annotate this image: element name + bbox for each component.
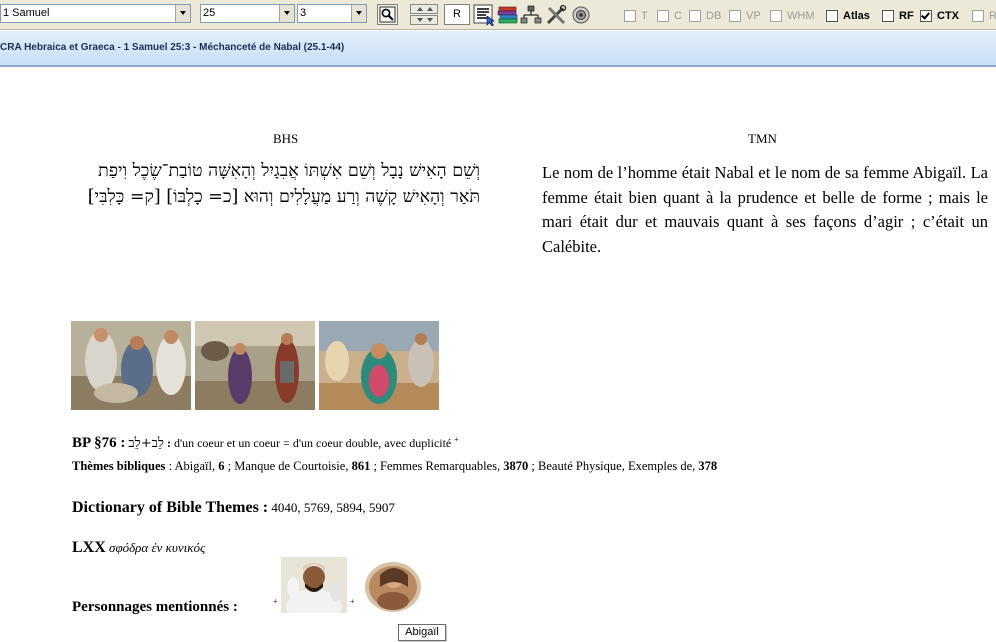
themes-label: Thèmes bibliques [72,459,166,473]
bp-hebrew: לֵב+לֵב [128,436,164,451]
illustration-abigail-offering[interactable] [319,321,439,410]
checkbox-atlas[interactable]: Atlas [826,9,870,23]
bhs-header: BHS [273,131,299,146]
biblical-themes: Thèmes bibliques : Abigaïl, 6 ; Manque d… [72,459,718,473]
search-button[interactable] [377,4,398,25]
checkbox-ctx[interactable]: CTX [920,9,959,23]
checkbox-whm[interactable]: WHM [770,9,815,23]
verse-select-value: 3 [300,7,307,19]
bp-entry: BP §76 : לֵב+לֵב : d'un coeur et un coeu… [72,435,459,451]
lxx-label: LXX [72,539,106,556]
checkbox-vp[interactable]: VP [729,9,761,23]
tmn-header: TMN [748,131,777,146]
chapter-select[interactable]: 25 [200,4,295,23]
next-arrows-icon[interactable] [410,15,438,25]
bp-link-mark[interactable]: + [454,435,459,444]
chevron-down-icon[interactable] [351,5,366,22]
illustration-shepherds[interactable] [71,321,191,410]
r-button[interactable]: R [444,4,470,25]
lxx-greek-text: σφόδρα ἐν κυνικός [109,540,206,555]
checkbox-t[interactable]: T [624,9,648,23]
persons-mentioned: Personnages mentionnés : [72,599,238,616]
dictionary-refs[interactable]: 4040, 5769, 5894, 5907 [271,500,395,515]
verse-select[interactable]: 3 [297,4,367,23]
tools-icon[interactable] [545,4,567,26]
speaker-icon[interactable] [570,4,592,26]
books-icon[interactable] [497,4,519,26]
toolbar: 1 Samuel 25 3 R T C DB VP WHM Atlas RF C… [0,0,996,30]
tooltip: Abigaïl [398,624,446,641]
chevron-down-icon[interactable] [279,5,294,22]
french-translation-text: Le nom de l’homme était Nabal et le nom … [542,163,988,256]
checkbox-r[interactable]: R [972,9,996,23]
dictionary-label: Dictionary of Bible Themes : [72,499,269,516]
illustration-abigail-david[interactable] [195,321,315,410]
checkbox-db[interactable]: DB [689,9,721,23]
persons-label: Personnages mentionnés : [72,599,238,615]
checkmark-icon [921,10,930,20]
previous-arrows-icon[interactable] [410,4,438,14]
bp-definition: d'un coeur et un coeur = d'un coeur doub… [173,436,452,450]
dictionary-entry: Dictionary of Bible Themes : 4040, 5769,… [72,499,395,517]
checkbox-rf[interactable]: RF [882,9,914,23]
checkbox-c[interactable]: C [657,9,682,23]
navigation-stepper[interactable] [410,4,438,25]
book-select-value: 1 Samuel [3,7,50,19]
theme-link[interactable]: Femmes Remarquables [380,459,497,473]
lxx-entry: LXX σφόδρα ἐν κυνικός [72,539,205,557]
tree-network-icon[interactable] [520,4,542,26]
hebrew-verse-text: וְשֵׁם הָאִישׁ נָבָל וְשֵׁם אִשְׁתּוֹ אֲ… [87,161,480,207]
theme-link[interactable]: Manque de Courtoisie [234,459,345,473]
person-abigail-image[interactable] [364,561,422,613]
chevron-down-icon[interactable] [175,5,190,22]
person-mark: + [350,597,355,606]
theme-link[interactable]: Beauté Physique, Exemples de [538,459,692,473]
window-title: CRA Hebraica et Graeca - 1 Samuel 25:3 -… [0,42,345,53]
book-select[interactable]: 1 Samuel [0,4,191,23]
chapter-select-value: 25 [203,7,216,19]
person-mark: + [273,597,278,606]
person-nabal-image[interactable] [281,557,347,613]
theme-link[interactable]: Abigaïl [174,459,212,473]
text-view-icon[interactable] [473,4,495,27]
search-icon [379,6,396,23]
bp-label: BP §76 : [72,435,126,451]
title-bar: CRA Hebraica et Graeca - 1 Samuel 25:3 -… [0,31,996,67]
